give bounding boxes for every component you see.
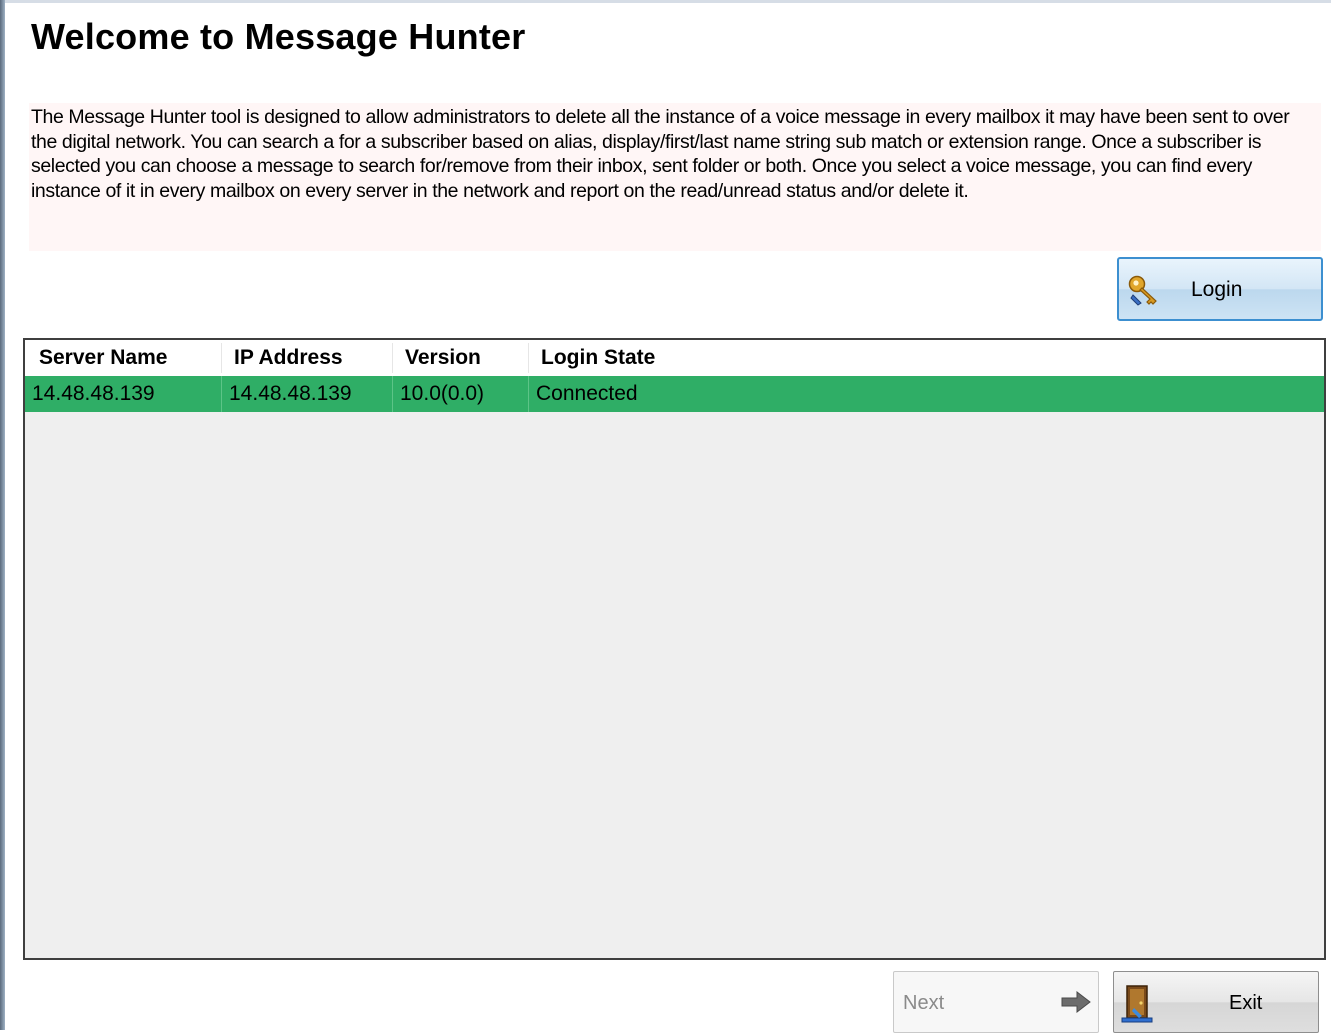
column-header-ip-address[interactable]: IP Address (234, 346, 343, 370)
page-title: Welcome to Message Hunter (31, 16, 526, 57)
cell-server-name: 14.48.48.139 (32, 382, 155, 405)
cell-version: 10.0(0.0) (400, 382, 485, 405)
cell-divider (221, 376, 222, 412)
next-button[interactable]: Next (893, 971, 1099, 1033)
next-button-label: Next (903, 992, 945, 1014)
key-icon (1128, 275, 1157, 306)
column-header-version[interactable]: Version (405, 346, 481, 370)
column-divider[interactable] (528, 343, 529, 373)
window-top-border (0, 0, 1331, 3)
arrow-right-icon (1061, 991, 1091, 1013)
column-divider[interactable] (221, 343, 222, 373)
column-header-server-name[interactable]: Server Name (39, 346, 167, 370)
column-header-login-state[interactable]: Login State (541, 346, 655, 370)
cell-login-state: Connected (536, 382, 638, 405)
column-divider[interactable] (392, 343, 393, 373)
server-grid[interactable]: Server Name IP Address Version Login Sta… (23, 338, 1326, 960)
cell-divider (528, 376, 529, 412)
cell-divider (392, 376, 393, 412)
grid-header: Server Name IP Address Version Login Sta… (25, 340, 1324, 377)
exit-door-icon (1121, 985, 1153, 1023)
table-row[interactable]: 14.48.48.139 14.48.48.139 10.0(0.0) Conn… (25, 376, 1324, 412)
cell-ip-address: 14.48.48.139 (229, 382, 352, 405)
exit-button-label: Exit (1229, 992, 1263, 1014)
login-button[interactable]: Login (1117, 257, 1323, 321)
description-text: The Message Hunter tool is designed to a… (29, 103, 1321, 251)
login-button-label: Login (1191, 278, 1243, 301)
exit-button[interactable]: Exit (1113, 971, 1319, 1033)
window-left-border (0, 0, 5, 1030)
